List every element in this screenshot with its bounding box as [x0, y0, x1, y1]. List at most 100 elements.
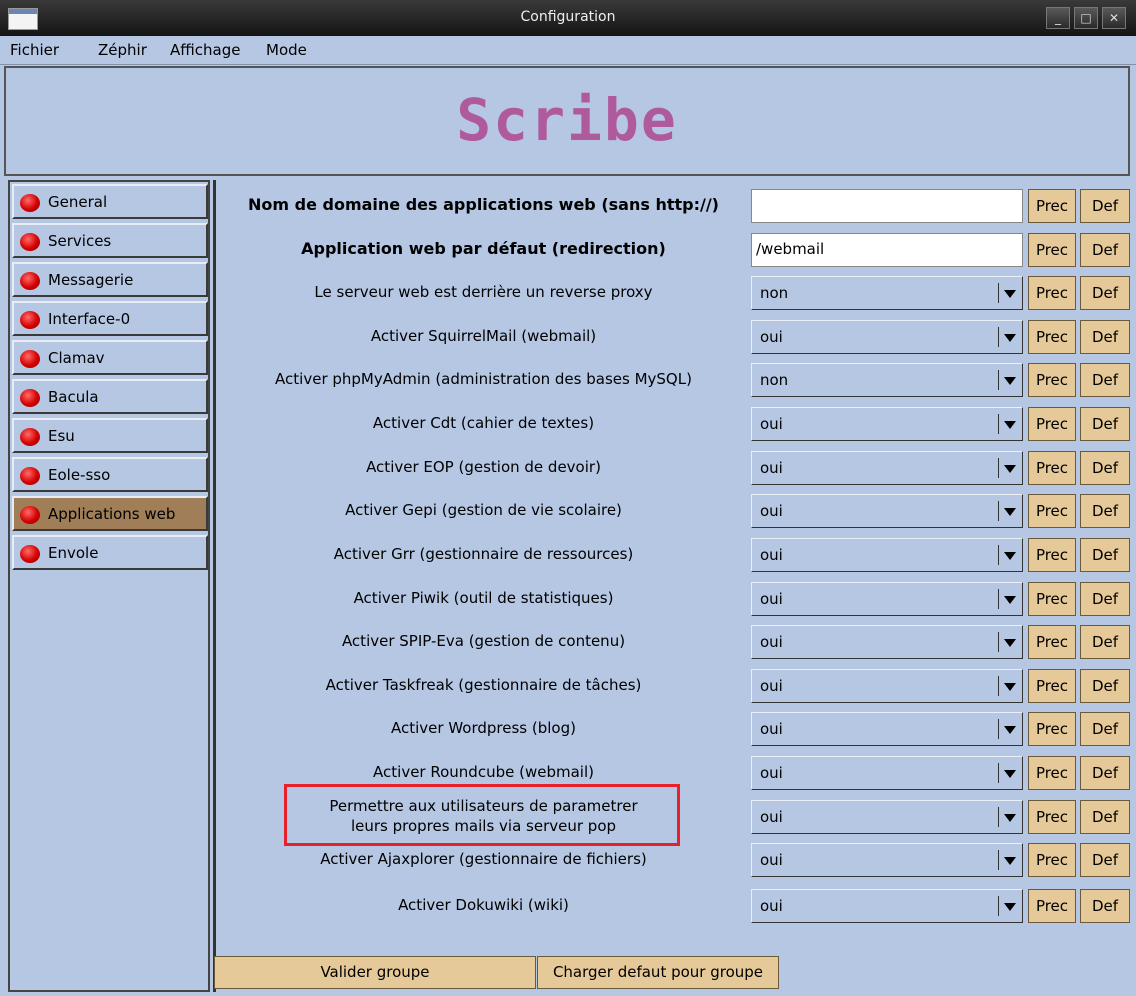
def-button[interactable]: Def — [1080, 889, 1130, 923]
phpmyadmin-select[interactable]: non — [751, 363, 1023, 397]
piwik-select[interactable]: oui — [751, 582, 1023, 616]
def-button[interactable]: Def — [1080, 625, 1130, 659]
sidebar-item-envole[interactable]: Envole — [12, 535, 208, 570]
select-value: oui — [760, 808, 783, 826]
def-button[interactable]: Def — [1080, 494, 1130, 528]
close-button[interactable]: ✕ — [1102, 7, 1126, 29]
wordpress-select[interactable]: oui — [751, 712, 1023, 746]
def-button[interactable]: Def — [1080, 363, 1130, 397]
prec-button[interactable]: Prec — [1028, 712, 1076, 746]
menu-affichage-label: Affichage — [170, 41, 241, 59]
cdt-select[interactable]: oui — [751, 407, 1023, 441]
menu-mode-label: Mode — [266, 41, 307, 59]
def-button[interactable]: Def — [1080, 276, 1130, 310]
status-led-icon — [20, 194, 40, 212]
chevron-down-icon — [1004, 770, 1016, 778]
config-label: Activer Piwik (outil de statistiques) — [353, 589, 614, 607]
prec-button[interactable]: Prec — [1028, 756, 1076, 790]
taskfreak-select[interactable]: oui — [751, 669, 1023, 703]
prec-button[interactable]: Prec — [1028, 669, 1076, 703]
config-row-piwik: Activer Piwik (outil de statistiques) ou… — [216, 578, 1132, 618]
select-value: non — [760, 284, 789, 302]
select-divider — [998, 719, 999, 739]
sidebar-item-esu[interactable]: Esu — [12, 418, 208, 453]
prec-button[interactable]: Prec — [1028, 189, 1076, 223]
select-value: oui — [760, 633, 783, 651]
config-label: Activer Grr (gestionnaire de ressources) — [333, 545, 634, 563]
roundcube-select[interactable]: oui — [751, 756, 1023, 790]
eop-select[interactable]: oui — [751, 451, 1023, 485]
prec-button[interactable]: Prec — [1028, 320, 1076, 354]
sidebar-item-messagerie[interactable]: Messagerie — [12, 262, 208, 297]
sidebar-item-bacula[interactable]: Bacula — [12, 379, 208, 414]
pop-mails-select[interactable]: oui — [751, 800, 1023, 834]
def-button[interactable]: Def — [1080, 800, 1130, 834]
spip-eva-select[interactable]: oui — [751, 625, 1023, 659]
maximize-button[interactable]: □ — [1074, 7, 1098, 29]
prec-button[interactable]: Prec — [1028, 363, 1076, 397]
sidebar-item-general[interactable]: General — [12, 184, 208, 219]
select-divider — [998, 850, 999, 870]
def-button[interactable]: Def — [1080, 538, 1130, 572]
select-divider — [998, 763, 999, 783]
def-button[interactable]: Def — [1080, 669, 1130, 703]
prec-button[interactable]: Prec — [1028, 538, 1076, 572]
gepi-select[interactable]: oui — [751, 494, 1023, 528]
sidebar-item-label: Interface-0 — [48, 310, 131, 328]
brand-banner: Scribe — [4, 66, 1130, 176]
prec-button[interactable]: Prec — [1028, 843, 1076, 877]
chevron-down-icon — [1004, 903, 1016, 911]
config-label: Activer SPIP-Eva (gestion de contenu) — [341, 632, 626, 650]
prec-button[interactable]: Prec — [1028, 494, 1076, 528]
menu-fichier[interactable]: Fichier — [10, 41, 59, 59]
sidebar-item-services[interactable]: Services — [12, 223, 208, 258]
prec-button[interactable]: Prec — [1028, 625, 1076, 659]
reverse-proxy-select[interactable]: non — [751, 276, 1023, 310]
sidebar-item-eole-sso[interactable]: Eole-sso — [12, 457, 208, 492]
dokuwiki-select[interactable]: oui — [751, 889, 1023, 923]
def-button[interactable]: Def — [1080, 407, 1130, 441]
def-button[interactable]: Def — [1080, 712, 1130, 746]
prec-button[interactable]: Prec — [1028, 889, 1076, 923]
chevron-down-icon — [1004, 377, 1016, 385]
default-app-input[interactable]: /webmail — [751, 233, 1023, 267]
charger-defaut-button[interactable]: Charger defaut pour groupe — [537, 956, 779, 989]
select-divider — [998, 458, 999, 478]
sidebar-item-label: Clamav — [48, 349, 105, 367]
menu-zephir[interactable]: Zéphir — [98, 41, 147, 59]
sidebar-item-applications-web[interactable]: Applications web — [12, 496, 208, 531]
menu-mode[interactable]: Mode — [266, 41, 307, 59]
sidebar-item-interface-0[interactable]: Interface-0 — [12, 301, 208, 336]
prec-button[interactable]: Prec — [1028, 276, 1076, 310]
chevron-down-icon — [1004, 596, 1016, 604]
config-label: Activer Gepi (gestion de vie scolaire) — [345, 501, 622, 519]
sidebar-item-clamav[interactable]: Clamav — [12, 340, 208, 375]
minimize-button[interactable]: _ — [1046, 7, 1070, 29]
prec-button[interactable]: Prec — [1028, 582, 1076, 616]
prec-button[interactable]: Prec — [1028, 800, 1076, 834]
prec-button[interactable]: Prec — [1028, 233, 1076, 267]
def-button[interactable]: Def — [1080, 233, 1130, 267]
def-button[interactable]: Def — [1080, 320, 1130, 354]
select-value: oui — [760, 851, 783, 869]
squirrelmail-select[interactable]: oui — [751, 320, 1023, 354]
def-button[interactable]: Def — [1080, 843, 1130, 877]
config-label: Activer Taskfreak (gestionnaire de tâche… — [325, 676, 642, 694]
select-value: oui — [760, 677, 783, 695]
sidebar-item-label: Messagerie — [48, 271, 134, 289]
def-button[interactable]: Def — [1080, 451, 1130, 485]
def-button[interactable]: Def — [1080, 189, 1130, 223]
def-button[interactable]: Def — [1080, 582, 1130, 616]
chevron-down-icon — [1004, 726, 1016, 734]
select-value: oui — [760, 720, 783, 738]
domaine-input[interactable] — [751, 189, 1023, 223]
prec-button[interactable]: Prec — [1028, 451, 1076, 485]
grr-select[interactable]: oui — [751, 538, 1023, 572]
select-value: oui — [760, 415, 783, 433]
chevron-down-icon — [1004, 334, 1016, 342]
def-button[interactable]: Def — [1080, 756, 1130, 790]
ajaxplorer-select[interactable]: oui — [751, 843, 1023, 877]
prec-button[interactable]: Prec — [1028, 407, 1076, 441]
menu-affichage[interactable]: Affichage — [170, 41, 240, 59]
valider-groupe-button[interactable]: Valider groupe — [214, 956, 536, 989]
